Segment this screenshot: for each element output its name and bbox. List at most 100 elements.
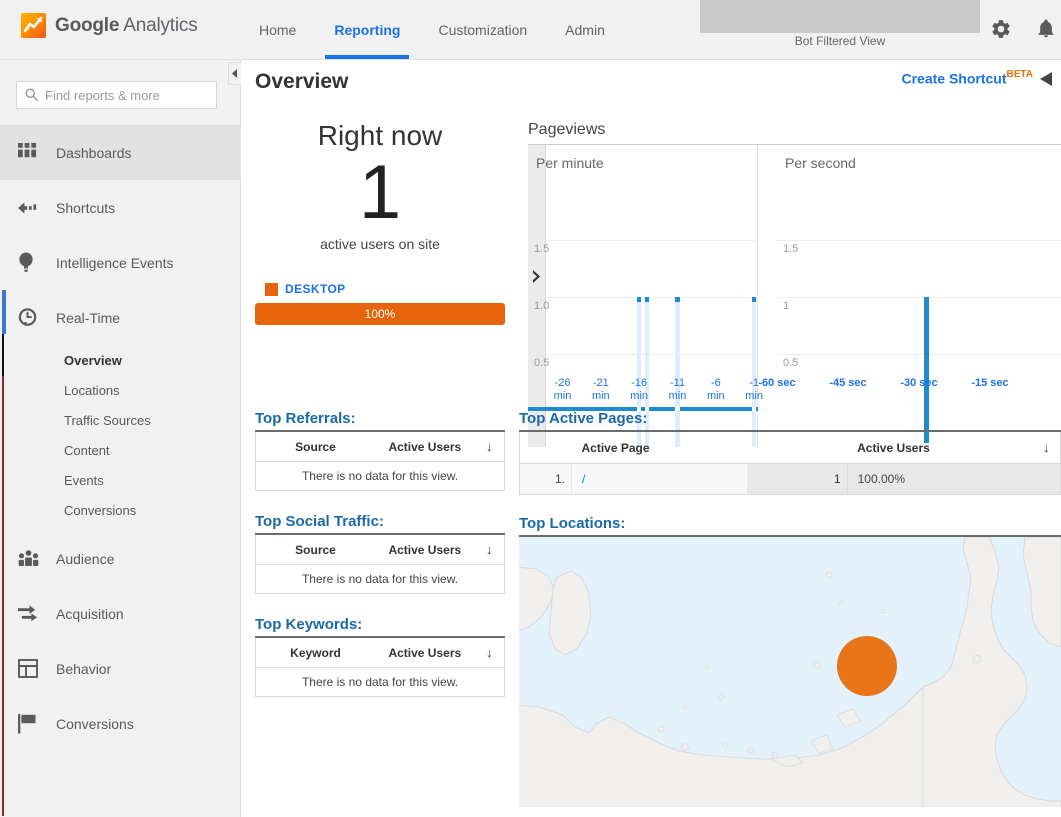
sort-desc-arrow-icon[interactable]: ↓	[474, 431, 505, 462]
sort-desc-arrow-icon[interactable]: ↓	[474, 534, 505, 565]
table-row: There is no data for this view.	[255, 564, 505, 594]
top-keywords-title: Top Keywords:	[255, 616, 363, 633]
per-second-plot: 0.5 1 1.5 -60 sec -45 sec -30 sec -15 sec	[758, 145, 1061, 447]
sidebar-item-acquisition[interactable]: Acquisition	[0, 586, 241, 641]
locations-map[interactable]	[519, 535, 1061, 807]
sidebar-item-realtime-conversions[interactable]: Conversions	[0, 495, 241, 525]
column-header-keyword[interactable]: Keyword	[255, 637, 376, 668]
sidebar-item-audience[interactable]: Audience	[0, 531, 241, 586]
y-axis-tick: 1.5	[534, 243, 550, 255]
bell-icon[interactable]	[1031, 14, 1061, 44]
top-social-title: Top Social Traffic:	[255, 513, 384, 530]
column-header-active-users[interactable]: Active Users	[375, 637, 475, 668]
brand-analytics: Analytics	[119, 14, 198, 36]
top-active-pages-table: Active Page Active Users ↓ 1. / 1 100.00…	[519, 430, 1061, 495]
gear-icon[interactable]	[986, 14, 1016, 44]
nav-item-reporting[interactable]: Reporting	[315, 0, 419, 59]
nav-item-home[interactable]: Home	[240, 0, 315, 59]
sort-desc-arrow-icon[interactable]: ↓	[474, 637, 505, 668]
active-users-value: 1	[747, 463, 848, 495]
gridline	[777, 297, 1061, 298]
sidebar-item-intelligence-events[interactable]: Intelligence Events	[0, 235, 241, 290]
sidebar-item-realtime-locations[interactable]: Locations	[0, 375, 241, 405]
people-icon	[18, 550, 48, 567]
sidebar-item-realtime-content[interactable]: Content	[0, 435, 241, 465]
sidebar-item-label: Shortcuts	[56, 199, 116, 216]
top-active-pages-block: Top Active Pages: Active Page Active Use…	[519, 410, 1061, 495]
lightbulb-icon	[18, 252, 48, 273]
sidebar-item-behavior[interactable]: Behavior	[0, 641, 241, 696]
column-header-active-users[interactable]: Active Users	[375, 534, 475, 565]
empty-message: There is no data for this view.	[255, 461, 505, 491]
sidebar-item-label: Dashboards	[56, 144, 132, 161]
triangle-left-icon[interactable]	[1039, 71, 1053, 87]
page-title: Overview	[255, 70, 349, 93]
column-header-active-users[interactable]: Active Users	[847, 431, 1033, 464]
create-shortcut-group: Create ShortcutBETA	[901, 69, 1053, 88]
sidebar-item-realtime-traffic-sources[interactable]: Traffic Sources	[0, 405, 241, 435]
x-axis-tick: -15 sec	[971, 377, 1009, 389]
pageviews-per-second-chart: Per second 0.5 1 1.5 -60 sec -45 sec -30 sec -…	[758, 145, 1061, 447]
main-nav: Home Reporting Customization Admin	[240, 0, 624, 59]
sidebar-item-realtime-events[interactable]: Events	[0, 465, 241, 495]
device-legend-label: DESKTOP	[285, 282, 346, 296]
sidebar-item-realtime-overview[interactable]: Overview	[0, 345, 241, 375]
beta-badge: BETA	[1006, 69, 1033, 80]
y-axis-tick: 1.5	[783, 243, 799, 255]
empty-message: There is no data for this view.	[255, 564, 505, 594]
arrows-icon	[18, 604, 48, 624]
sidebar-item-conversions[interactable]: Conversions	[0, 696, 241, 751]
sidebar-primary-group: Dashboards Shortcuts Intelligence Events	[0, 125, 241, 751]
table-row: There is no data for this view.	[255, 667, 505, 697]
flag-icon	[18, 713, 48, 734]
google-analytics-logo-icon	[21, 13, 46, 38]
create-shortcut-label: Create Shortcut	[901, 70, 1007, 87]
nav-item-customization[interactable]: Customization	[419, 0, 546, 59]
table-row: There is no data for this view.	[255, 461, 505, 491]
row-index: 1.	[519, 463, 572, 495]
top-bar: Google Analytics Home Reporting Customiz…	[0, 0, 1061, 60]
sidebar-item-label: Real-Time	[56, 309, 121, 326]
sidebar-item-real-time[interactable]: Real-Time	[0, 290, 241, 345]
search-input[interactable]	[16, 81, 217, 109]
x-axis-tick: -60 sec	[758, 377, 796, 389]
create-shortcut-button[interactable]: Create ShortcutBETA	[901, 69, 1033, 88]
brand-logo[interactable]: Google Analytics	[21, 13, 198, 38]
sidebar-item-shortcuts[interactable]: Shortcuts	[0, 180, 241, 235]
layout-icon	[18, 659, 48, 678]
active-users-caption: active users on site	[320, 236, 440, 252]
left-tables-column: Top Referrals: Source Active Users ↓ The…	[255, 410, 505, 719]
shortcuts-arrow-icon	[18, 200, 48, 216]
chevron-right-icon	[532, 270, 541, 288]
table-header-row: Active Page Active Users ↓	[519, 431, 1061, 464]
active-page-link[interactable]: /	[571, 463, 748, 495]
per-minute-plot: 0.5 1.0 1.5 -26 min -21 min -16 min -11 min -6 min -1…	[528, 145, 763, 447]
brand-text: Google Analytics	[55, 15, 198, 37]
top-keywords-block: Top Keywords: Keyword Active Users ↓ The…	[255, 616, 505, 697]
top-referrals-block: Top Referrals: Source Active Users ↓ The…	[255, 410, 505, 491]
nav-item-admin[interactable]: Admin	[546, 0, 624, 59]
column-header-source[interactable]: Source	[255, 534, 376, 565]
account-view-label: Bot Filtered View	[794, 34, 886, 48]
column-header-active-users[interactable]: Active Users	[375, 431, 475, 462]
column-header-active-page[interactable]: Active Page	[571, 431, 748, 464]
table-header-row: Keyword Active Users ↓	[255, 637, 505, 668]
y-axis-tick: 1	[783, 300, 790, 312]
chevron-left-icon	[232, 65, 238, 83]
column-header-source[interactable]: Source	[255, 431, 376, 462]
top-referrals-table: Source Active Users ↓ There is no data f…	[255, 430, 505, 491]
sort-desc-arrow-icon[interactable]: ↓	[1032, 431, 1061, 464]
top-active-pages-title: Top Active Pages:	[519, 410, 648, 427]
account-selector-redacted[interactable]	[700, 0, 980, 33]
sidebar-item-label: Audience	[56, 550, 115, 567]
sidebar-item-dashboards[interactable]: Dashboards	[0, 125, 241, 180]
sidebar-collapse-button[interactable]	[228, 62, 241, 85]
top-locations-title: Top Locations:	[519, 515, 626, 532]
sidebar-item-label: Behavior	[56, 660, 112, 677]
brand-google: Google	[55, 14, 120, 36]
pageviews-per-minute-chart: Per minute 0.5 1.0 1.5 -26 min -21 min -16 min -1…	[528, 145, 763, 447]
location-marker[interactable]	[837, 636, 897, 696]
bar	[675, 297, 680, 302]
device-legend: DESKTOP	[255, 282, 505, 296]
device-percentage-bar: 100%	[255, 303, 505, 325]
